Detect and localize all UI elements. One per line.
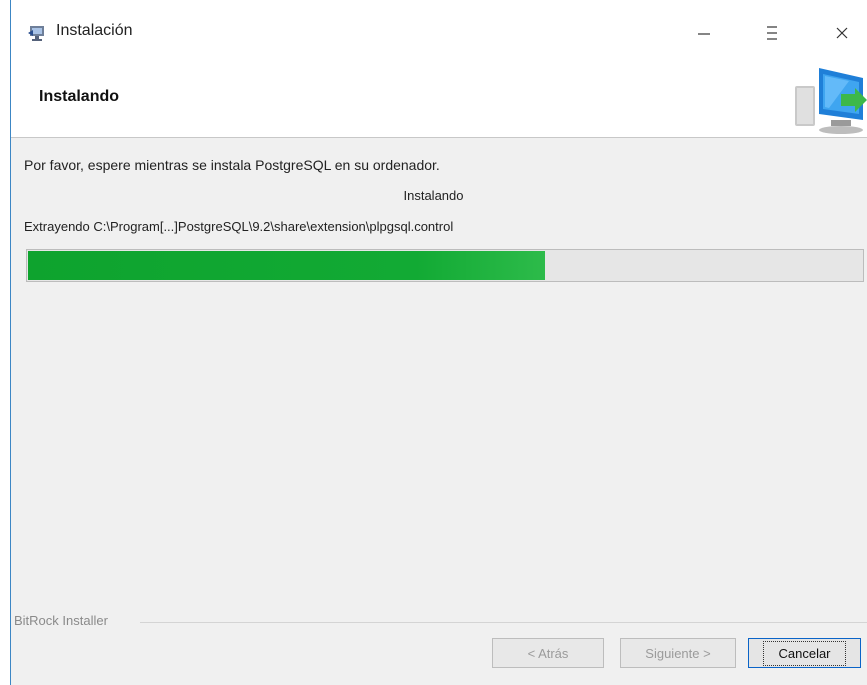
title-bar: Instalación [11,0,867,62]
page-header: Instalando [11,62,867,138]
close-icon [836,27,848,39]
next-button[interactable]: Siguiente > [620,638,736,668]
installer-brand: BitRock Installer [14,613,108,628]
maximize-icon [767,26,777,40]
back-button[interactable]: < Atrás [492,638,604,668]
cancel-label: Cancelar [763,640,846,666]
progress-fill [28,251,545,280]
install-progress-bar [26,249,864,282]
minimize-icon [698,33,710,35]
footer-divider [140,622,867,623]
minimize-button[interactable] [681,14,727,52]
computer-install-logo [795,68,867,134]
page-title: Instalando [39,88,120,105]
cancel-button[interactable]: Cancelar [748,638,861,668]
installer-window: Instalación Instalando Por favor, espere… [0,0,867,685]
install-status: Instalando [403,188,464,203]
install-intro-text: Por favor, espere mientras se instala Po… [24,157,440,173]
maximize-button[interactable] [749,14,795,52]
window-left-edge [0,0,10,685]
installer-icon [28,26,44,41]
window-title: Instalación [56,22,133,39]
extract-path-text: Extrayendo C:\Program[...]PostgreSQL\9.2… [24,219,454,234]
close-button[interactable] [819,14,865,52]
